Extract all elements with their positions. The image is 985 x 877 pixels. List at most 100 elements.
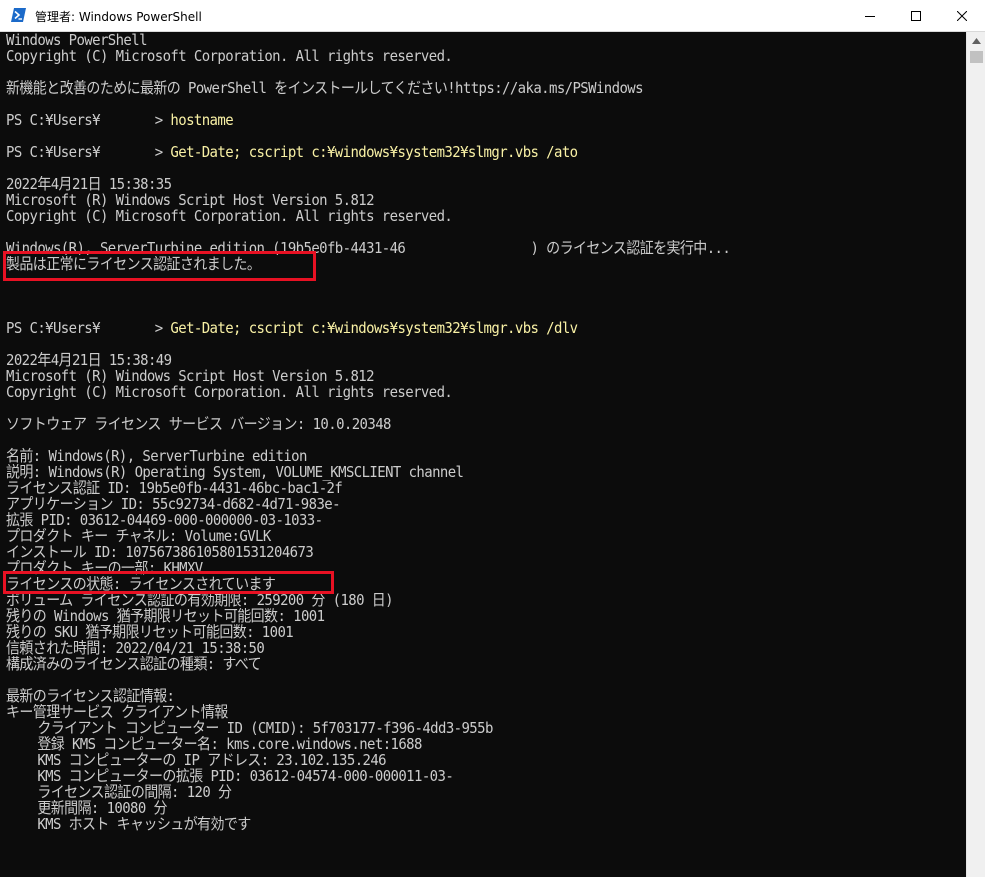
console-line: KMS ホスト キャッシュが有効です — [6, 816, 730, 833]
output-text: 残りの Windows 猶予期限リセット可能回数: 1001 — [6, 608, 325, 626]
scroll-up-button[interactable] — [967, 32, 985, 49]
command-text: Get-Date; cscript c:¥windows¥system32¥sl… — [170, 144, 578, 162]
console-line: 登録 KMS コンピューター名: kms.core.windows.net:16… — [6, 736, 730, 753]
output-text: インストール ID: 1075673861058015312046​73 — [6, 544, 314, 562]
maximize-button[interactable] — [893, 0, 939, 31]
console-line: KMS コンピューターの IP アドレス: 23.102.135.246 — [6, 752, 730, 769]
console-line: 説明: Windows(R) Operating System, VOLUME_… — [6, 464, 730, 481]
output-text: 最新のライセンス認証情報: — [6, 688, 175, 706]
output-text: 2022年4月21日 15:38:49 — [6, 352, 172, 370]
vertical-scrollbar[interactable] — [966, 32, 985, 877]
output-text: 名前: Windows(R), ServerTurbine edition — [6, 448, 307, 466]
console-line: 残りの Windows 猶予期限リセット可能回数: 1001 — [6, 608, 730, 625]
console-line: Copyright (C) Microsoft Corporation. All… — [6, 384, 730, 401]
console-line: 2022年4月21日 15:38:49 — [6, 352, 730, 369]
output-text: 拡張 PID: 03612-04469-000-000000-03-1033- — [6, 512, 323, 530]
console-line: ボリューム ライセンス認証の有効期限: 259200 分 (180 日) — [6, 592, 730, 609]
chevron-up-icon — [972, 37, 981, 44]
output-text: プロダクト キー チャネル: Volume:GVLK — [6, 528, 271, 546]
console-line: PS C:¥Users¥ > Get-Date; cscript c:¥wind… — [6, 144, 730, 161]
scroll-thumb[interactable] — [970, 51, 983, 63]
output-text: Microsoft (R) Windows Script Host Versio… — [6, 368, 375, 386]
output-text: ボリューム ライセンス認証の有効期限: 259200 分 (180 日) — [6, 592, 394, 610]
console-line: Copyright (C) Microsoft Corporation. All… — [6, 48, 730, 65]
console-line: Windows(R), ServerTurbine edition (19b5e… — [6, 240, 731, 258]
command-text: hostname — [170, 112, 234, 130]
output-text: ライセンス認証の間隔: 120 分 — [6, 784, 232, 802]
minimize-button[interactable] — [847, 0, 893, 31]
output-text: プロダクト キーの一部: KHMXV — [6, 560, 203, 578]
console-line: KMS コンピューターの拡張 PID: 03612-04574-000-0000… — [6, 768, 730, 785]
console-line: プロダクト キー チャネル: Volume:GVLK — [6, 528, 730, 545]
console-line: 製品は正常にライセンス認証されました。 — [6, 256, 730, 273]
prompt-text: PS C:¥Users¥ > — [6, 320, 171, 338]
window-title: 管理者: Windows PowerShell — [35, 10, 202, 24]
output-text: 登録 KMS コンピューター名: kms.core.windows.net:16… — [6, 736, 422, 754]
console-output[interactable]: Windows PowerShell Copyright (C) Microsof… — [0, 32, 966, 877]
console-line: キー管理サービス クライアント情報 — [6, 704, 730, 721]
output-text: 製品は正常にライセンス認証されました。 — [6, 256, 261, 274]
output-text: Windows PowerShell — [6, 32, 148, 50]
console-line: ライセンス認証 ID: 19b5e0fb-4431-46bc-bac1-2f — [6, 480, 730, 497]
output-text: KMS コンピューターの IP アドレス: 23.102.135.246 — [6, 752, 387, 770]
output-text: Copyright (C) Microsoft Corporation. All… — [6, 48, 453, 66]
console-line: 構成済みのライセンス認証の種類: すべて — [6, 656, 730, 673]
console-line: ライセンス認証の間隔: 120 分 — [6, 784, 730, 801]
close-icon — [957, 10, 967, 21]
output-text: 説明: Windows(R) Operating System, VOLUME_… — [6, 464, 464, 482]
console-line: PS C:¥Users¥ > Get-Date; cscript c:¥wind… — [6, 320, 730, 337]
console-line: PS C:¥Users¥ > hostname — [6, 112, 730, 129]
output-text: Copyright (C) Microsoft Corporation. All… — [6, 384, 453, 402]
console-line: 拡張 PID: 03612-04469-000-000000-03-1033- — [6, 512, 730, 529]
output-text: KMS コンピューターの拡張 PID: 03612-04574-000-0000… — [6, 768, 454, 786]
console-line: Microsoft (R) Windows Script Host Versio… — [6, 192, 730, 209]
console-line: Windows PowerShell — [6, 32, 730, 49]
console-line: 更新間隔: 10080 分 — [6, 800, 730, 817]
prompt-text: PS C:¥Users¥ > — [6, 144, 171, 162]
console-line: 信頼された時間: 2022/04/21 15:38:50 — [6, 640, 730, 657]
output-text: 残りの SKU 猶予期限リセット可能回数: 1001 — [6, 624, 294, 642]
output-text: 構成済みのライセンス認証の種類: すべて — [6, 656, 262, 674]
output-text: Windows(R), ServerTurbine edition (19b5e… — [6, 240, 731, 258]
output-text: ソフトウェア ライセンス サービス バージョン: 10.0.20348 — [6, 416, 391, 434]
output-text: Microsoft (R) Windows Script Host Versio… — [6, 192, 375, 210]
console-line: ソフトウェア ライセンス サービス バージョン: 10.0.20348 — [6, 416, 730, 433]
output-text: 信頼された時間: 2022/04/21 15:38:50 — [6, 640, 265, 658]
close-button[interactable] — [939, 0, 985, 31]
console-line: アプリケーション ID: 55c92734-d682-4d71-983e- — [6, 496, 730, 513]
console-line: Microsoft (R) Windows Script Host Versio… — [6, 368, 730, 385]
console-line: ライセンスの状態: ライセンスされています — [6, 576, 730, 593]
output-text: 2022年4月21日 15:38:35 — [6, 176, 172, 194]
output-text: アプリケーション ID: 55c92734-d682-4d71-983e- — [6, 496, 341, 514]
output-text: KMS ホスト キャッシュが有効です — [6, 816, 251, 834]
prompt-text: PS C:¥Users¥ > — [6, 112, 171, 130]
console-line: インストール ID: 1075673861058015312046​73 — [6, 544, 730, 561]
powershell-icon — [11, 8, 26, 22]
powershell-window: 管理者: Windows PowerShell Windows PowerShe… — [0, 0, 985, 877]
minimize-icon — [865, 15, 875, 17]
console-line: プロダクト キーの一部: KHMXV — [6, 560, 730, 577]
console-line: Copyright (C) Microsoft Corporation. All… — [6, 208, 730, 225]
title-bar[interactable]: 管理者: Windows PowerShell — [0, 0, 985, 32]
console-line: 新機能と改善のために最新の PowerShell をインストールしてください!h… — [6, 80, 730, 97]
output-text: 更新間隔: 10080 分 — [6, 800, 167, 818]
console-line: クライアント コンピューター ID (CMID): 5f703177-f396-… — [6, 720, 730, 737]
console-line: 最新のライセンス認証情報: — [6, 688, 730, 705]
output-text: クライアント コンピューター ID (CMID): 5f703177-f396-… — [6, 720, 493, 738]
output-text: ライセンス認証 ID: 19b5e0fb-4431-46bc-bac1-2f — [6, 480, 343, 498]
output-text: Copyright (C) Microsoft Corporation. All… — [6, 208, 453, 226]
console-lines: Windows PowerShell Copyright (C) Microsof… — [6, 32, 731, 833]
maximize-icon — [911, 10, 921, 21]
output-text: ライセンスの状態: ライセンスされています — [6, 576, 276, 594]
